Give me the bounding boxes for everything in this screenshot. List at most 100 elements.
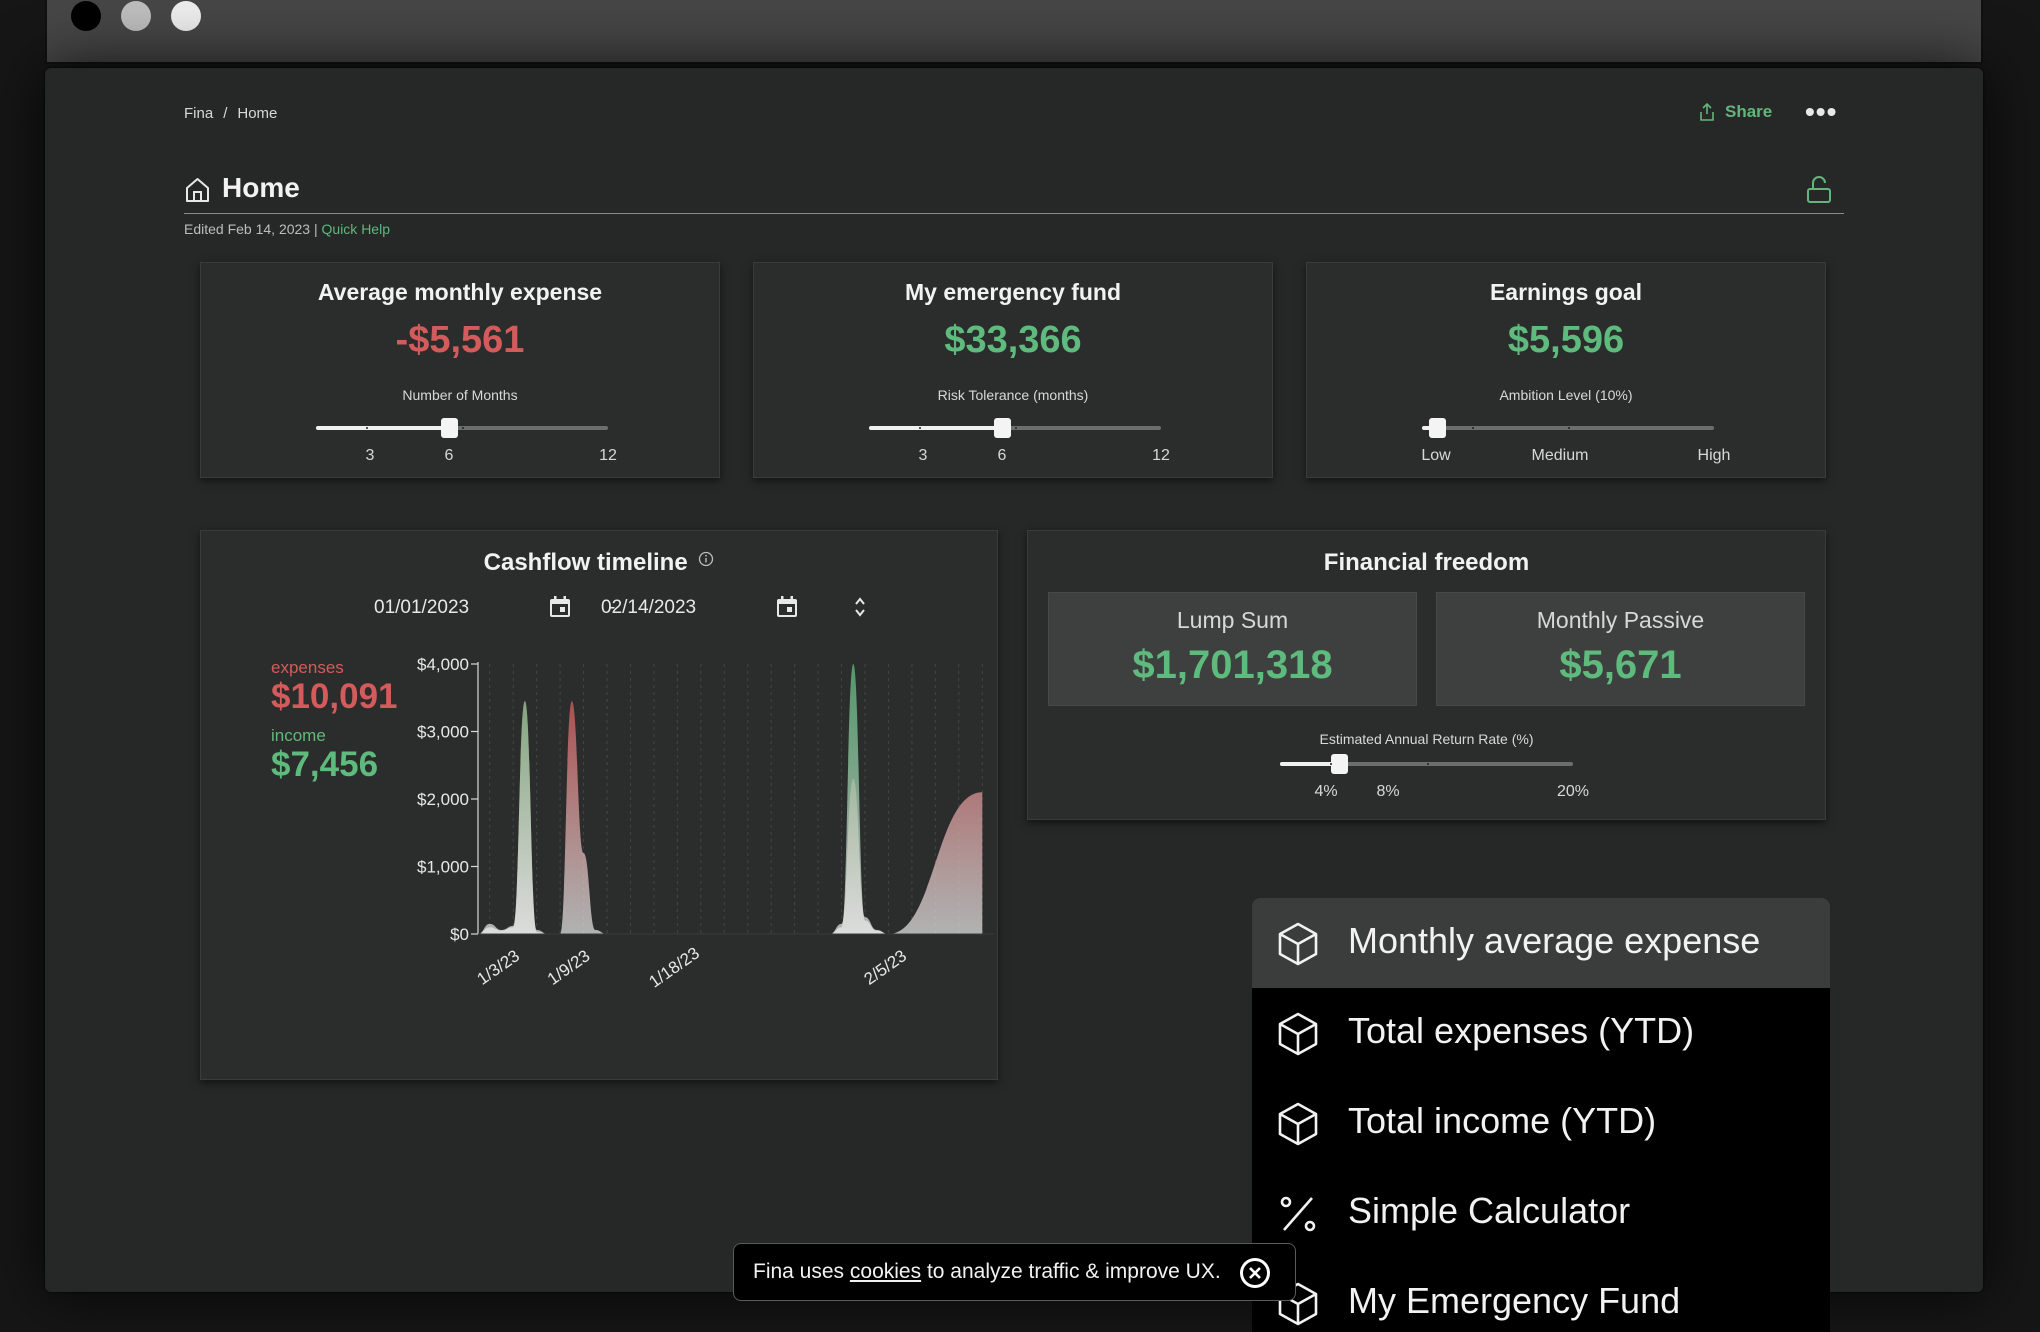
breadcrumb-item-home[interactable]: Home (237, 105, 277, 122)
x-tick-label: 1/9/23 (544, 946, 594, 989)
slider-step-dot (1471, 427, 1474, 429)
ambition-level-slider[interactable] (1422, 418, 1714, 438)
menu-item-label: Total expenses (YTD) (1348, 1010, 1695, 1051)
slider-fill (316, 426, 449, 430)
cookie-text-prefix: Fina uses (753, 1260, 845, 1283)
cube-icon (1278, 922, 1318, 966)
financial-freedom-card: Financial freedom Lump Sum $1,701,318 Mo… (1027, 530, 1826, 820)
menu-item-label: Simple Calculator (1348, 1190, 1631, 1231)
slider-step-dot (462, 427, 464, 429)
window-titlebar (45, 0, 1983, 64)
slider-step-dot (918, 427, 921, 429)
slider-step-dot (365, 427, 368, 429)
risk-tolerance-slider[interactable] (869, 418, 1161, 438)
menu-item-total-expenses-ytd[interactable]: Total expenses (YTD) (1252, 988, 1830, 1078)
menu-item-label: My Emergency Fund (1348, 1280, 1681, 1321)
share-icon (1700, 103, 1714, 121)
cookie-banner: Fina uses cookies to analyze traffic & i… (733, 1243, 1296, 1301)
close-window-button[interactable] (71, 1, 101, 31)
emergency-fund-card: My emergency fund $33,366 Risk Tolerance… (753, 262, 1273, 478)
monthly-passive-box: Monthly Passive $5,671 (1436, 592, 1805, 706)
slider-tick: High (1697, 447, 1731, 464)
card-title: My emergency fund (905, 279, 1121, 305)
cashflow-timeline-card: Cashflow timeline 01/01/2023 - 02/14/202… (200, 530, 998, 1080)
more-icon: ••• (1805, 96, 1838, 127)
minimize-window-button[interactable] (121, 1, 151, 31)
average-monthly-expense-card: Average monthly expense -$5,561 Number o… (200, 262, 720, 478)
edited-info: Edited Feb 14, 2023 | Quick Help (184, 221, 390, 237)
menu-item-total-income-ytd[interactable]: Total income (YTD) (1252, 1078, 1830, 1168)
lump-sum-box: Lump Sum $1,701,318 (1048, 592, 1417, 706)
y-tick-label: $4,000 (417, 655, 469, 674)
y-tick-label: $2,000 (417, 790, 469, 809)
slider-step-dot (1426, 763, 1429, 765)
slider-handle[interactable] (1330, 754, 1348, 774)
y-tick-label: $3,000 (417, 723, 469, 742)
x-tick-label: 1/18/23 (646, 943, 703, 991)
maximize-window-button[interactable] (171, 1, 201, 31)
slider-step-dot (1568, 427, 1570, 429)
percent-icon (1280, 1196, 1316, 1232)
slider-tick: 12 (599, 447, 617, 464)
unlock-icon[interactable] (1806, 176, 1832, 204)
cube-icon (1278, 1012, 1318, 1056)
series-area (478, 701, 983, 934)
slider-tick: Low (1421, 447, 1451, 464)
widget-menu: Monthly average expense Total expenses (… (1252, 898, 1830, 1332)
slider-step-dot (1015, 427, 1017, 429)
slider-tick: 4% (1314, 783, 1338, 800)
lump-sum-value: $1,701,318 (1132, 643, 1333, 687)
x-tick-label: 1/3/23 (473, 946, 523, 989)
annual-return-label: Estimated Annual Return Rate (%) (1319, 731, 1534, 747)
y-tick-label: $1,000 (417, 858, 469, 877)
breadcrumb-item-fina[interactable]: Fina (184, 105, 213, 122)
page-header: Home (184, 170, 1844, 214)
share-button[interactable]: Share (1699, 102, 1772, 122)
menu-item-simple-calculator[interactable]: Simple Calculator (1252, 1168, 1830, 1258)
menu-item-monthly-average-expense[interactable]: Monthly average expense (1252, 898, 1830, 988)
monthly-passive-label: Monthly Passive (1536, 607, 1705, 633)
slider-tick: 6 (444, 447, 454, 464)
cookie-text: Fina uses cookies to analyze traffic & i… (753, 1260, 1221, 1284)
slider-tick: 3 (918, 447, 928, 464)
close-icon[interactable] (1239, 1257, 1271, 1289)
series-area (478, 664, 983, 934)
slider-handle[interactable] (993, 418, 1011, 438)
card-title: Earnings goal (1489, 279, 1643, 305)
earnings-goal-card: Earnings goal $5,596 Ambition Level (10%… (1306, 262, 1826, 478)
slider-fill (869, 426, 1002, 430)
slider-tick: 12 (1152, 447, 1170, 464)
slider-tick: Medium (1531, 447, 1589, 464)
breadcrumb: Fina / Home (184, 105, 277, 122)
menu-item-my-emergency-fund[interactable]: My Emergency Fund (1252, 1258, 1830, 1332)
financial-freedom-title: Financial freedom (1323, 549, 1530, 576)
cookies-link[interactable]: cookies (850, 1260, 921, 1283)
more-options-button[interactable]: ••• (1805, 96, 1837, 128)
slider-handle[interactable] (1428, 418, 1446, 438)
slider-handle[interactable] (440, 418, 458, 438)
lump-sum-label: Lump Sum (1176, 607, 1289, 633)
slider-tick: 20% (1556, 783, 1590, 800)
slider-tick: 8% (1376, 783, 1400, 800)
card-title: Average monthly expense (317, 279, 603, 305)
cookie-text-suffix: to analyze traffic & improve UX. (926, 1260, 1221, 1283)
share-label: Share (1725, 102, 1773, 121)
number-of-months-label: Number of Months (402, 387, 518, 403)
x-tick-label: 2/5/23 (860, 946, 910, 989)
edited-text: Edited Feb 14, 2023 | (184, 221, 318, 237)
number-of-months-slider[interactable] (316, 418, 608, 438)
quick-help-link[interactable]: Quick Help (322, 221, 390, 237)
slider-tick: 3 (365, 447, 375, 464)
cashflow-chart: $4,000 $3,000 $2,000 $1,000 $01/3/23 1/9/23 1/… (417, 655, 994, 992)
annual-return-slider[interactable] (1280, 754, 1573, 774)
page-title: Home (222, 172, 300, 203)
emergency-fund-value: $33,366 (944, 319, 1082, 361)
risk-tolerance-label: Risk Tolerance (months) (937, 387, 1089, 403)
ambition-level-label: Ambition Level (10%) (1499, 387, 1633, 403)
breadcrumb-separator: / (223, 105, 228, 122)
monthly-passive-value: $5,671 (1559, 643, 1682, 687)
average-monthly-expense-value: -$5,561 (395, 319, 525, 361)
cube-icon (1278, 1102, 1318, 1146)
menu-item-label: Monthly average expense (1348, 920, 1761, 961)
slider-step-dot (1329, 763, 1332, 765)
